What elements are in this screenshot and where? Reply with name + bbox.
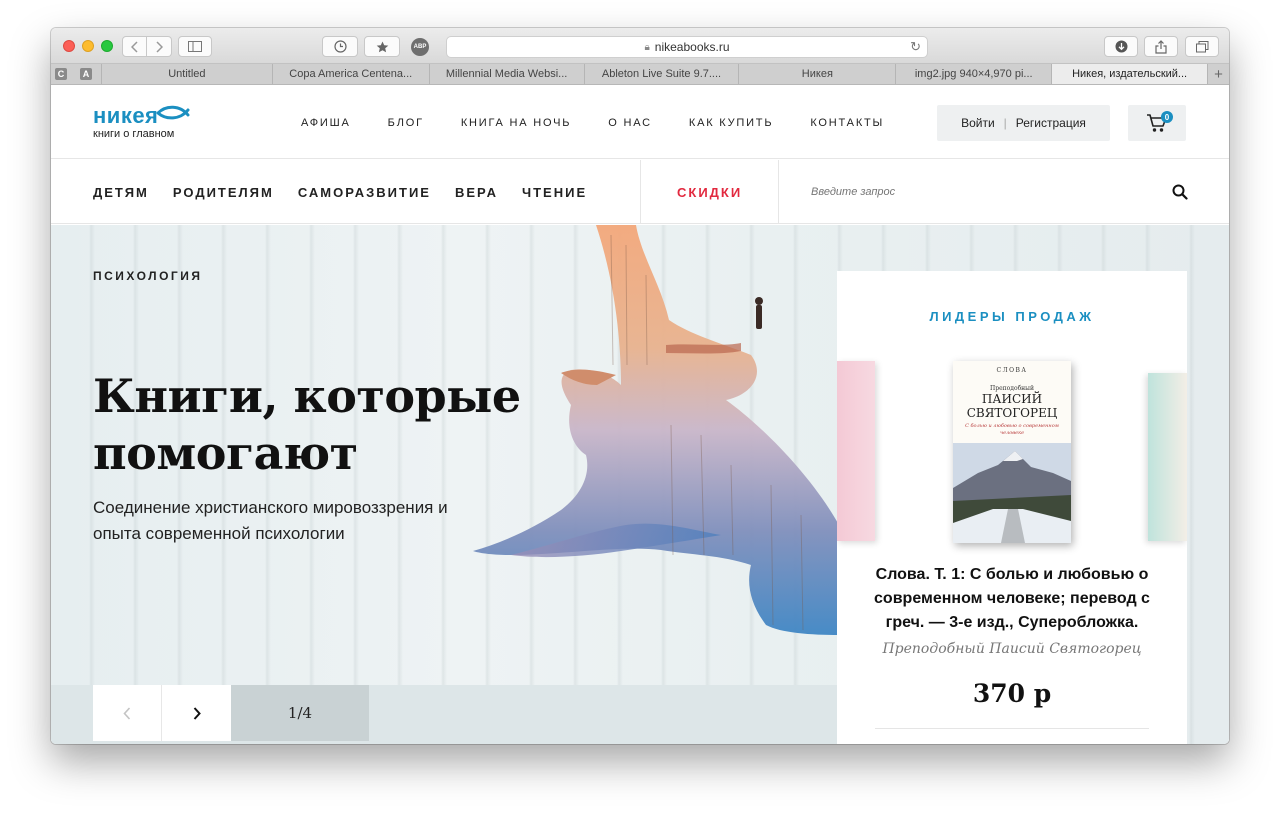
back-button[interactable] xyxy=(122,36,147,57)
minimize-window-button[interactable] xyxy=(82,40,94,52)
browser-tab[interactable]: img2.jpg 940×4,970 pi... xyxy=(895,64,1051,84)
search-icon[interactable] xyxy=(1172,184,1188,200)
book-title[interactable]: Слова. Т. 1: С болью и любовью о совреме… xyxy=(867,563,1157,635)
divider xyxy=(875,728,1149,729)
pinned-tab[interactable]: A xyxy=(71,64,101,84)
book-author: Преподобный Паисий Святогорец xyxy=(882,641,1142,657)
history-button[interactable] xyxy=(322,36,358,57)
logo[interactable]: никея книги о главном xyxy=(93,105,190,140)
book-cover[interactable]: СЛОВА Преподобный ПАИСИЙ СВЯТОГОРЕЦ С бо… xyxy=(953,361,1071,543)
adblock-button[interactable]: ABP xyxy=(406,36,434,57)
new-tab-button[interactable]: + xyxy=(1207,64,1229,84)
category-self-development[interactable]: САМОРАЗВИТИЕ xyxy=(298,185,431,200)
divider xyxy=(778,160,779,224)
browser-tab[interactable]: Никея xyxy=(738,64,895,84)
bestsellers-card: ЛИДЕРЫ ПРОДАЖ СЛОВА Преподобный ПАИСИЙ С… xyxy=(837,271,1187,744)
book-price: 370 р xyxy=(972,679,1052,708)
register-link[interactable]: Регистрация xyxy=(1016,116,1086,130)
search-input[interactable] xyxy=(811,181,1151,203)
hero-category: ПСИХОЛОГИЯ xyxy=(93,269,203,283)
tabs-icon xyxy=(1195,40,1208,52)
downloads-button[interactable] xyxy=(1104,36,1138,57)
slider-counter: 1/4 xyxy=(231,685,369,741)
sale-link[interactable]: СКИДКИ xyxy=(677,185,742,200)
history-nav xyxy=(122,36,172,57)
hero-subtitle: Соединение христианского мировоззрения и… xyxy=(93,498,448,543)
category-nav: ДЕТЯМ РОДИТЕЛЯМ САМОРАЗВИТИЕ ВЕРА ЧТЕНИЕ xyxy=(93,185,611,200)
chevron-right-icon xyxy=(193,706,201,720)
url-text: nikeabooks.ru xyxy=(654,40,730,54)
fish-icon xyxy=(156,105,190,120)
browser-tab[interactable]: Untitled xyxy=(100,64,272,84)
adblock-icon: ABP xyxy=(411,37,429,56)
zoom-window-button[interactable] xyxy=(101,40,113,52)
browser-tab[interactable]: Ableton Live Suite 9.7.... xyxy=(583,64,739,84)
category-kids[interactable]: ДЕТЯМ xyxy=(93,185,149,200)
clock-icon xyxy=(333,40,347,53)
reload-icon[interactable]: ↻ xyxy=(910,39,921,55)
forward-button[interactable] xyxy=(147,36,172,57)
browser-tab-active[interactable]: Никея, издательский... xyxy=(1051,64,1208,84)
tab-strip: C A Untitled Copa America Centena... Mil… xyxy=(51,64,1229,85)
pinned-tab[interactable]: C xyxy=(51,64,71,84)
auth-box: Войти | Регистрация xyxy=(937,105,1110,141)
chevron-left-icon xyxy=(130,40,138,53)
nav-link-how-to-buy[interactable]: КАК КУПИТЬ xyxy=(689,117,773,129)
auth-divider: | xyxy=(1003,116,1007,130)
top-nav: АФИША БЛОГ КНИГА НА НОЧЬ О НАС КАК КУПИТ… xyxy=(301,117,921,129)
share-button[interactable] xyxy=(1144,36,1178,57)
nav-link-afisha[interactable]: АФИША xyxy=(301,117,351,129)
nav-link-contacts[interactable]: КОНТАКТЫ xyxy=(810,117,884,129)
hero-banner: ПСИХОЛОГИЯ Книги, которые помогают Соеди… xyxy=(51,225,1229,744)
site-header: никея книги о главном АФИША БЛОГ КНИГА Н… xyxy=(51,86,1229,159)
browser-window: ABP 🔒︎ nikeabooks.ru ↻ C A Untitled Copa… xyxy=(51,28,1229,744)
download-icon xyxy=(1115,40,1127,53)
address-bar[interactable]: 🔒︎ nikeabooks.ru ↻ xyxy=(446,36,928,58)
browser-toolbar: ABP 🔒︎ nikeabooks.ru ↻ xyxy=(51,28,1229,64)
divider xyxy=(640,160,641,224)
slider-prev-button[interactable] xyxy=(93,685,162,741)
hero-title: Книги, которые помогают xyxy=(93,369,521,480)
nav-link-about[interactable]: О НАС xyxy=(608,117,652,129)
category-faith[interactable]: ВЕРА xyxy=(455,185,498,200)
category-parents[interactable]: РОДИТЕЛЯМ xyxy=(173,185,274,200)
chevron-left-icon xyxy=(123,706,131,720)
category-bar: ДЕТЯМ РОДИТЕЛЯМ САМОРАЗВИТИЕ ВЕРА ЧТЕНИЕ… xyxy=(51,160,1229,224)
book-cover-next[interactable] xyxy=(1148,373,1187,541)
cover-name: ПАИСИЙ СВЯТОГОРЕЦ xyxy=(966,392,1058,420)
lock-icon: 🔒︎ xyxy=(644,41,650,53)
sidebar-icon xyxy=(188,41,202,52)
cover-description: С болью и любовью о современном человеке xyxy=(965,423,1059,436)
cart-button[interactable]: 0 xyxy=(1128,105,1186,141)
nav-link-book-night[interactable]: КНИГА НА НОЧЬ xyxy=(461,117,571,129)
logo-subtitle: книги о главном xyxy=(93,128,175,140)
cover-prefix: Преподобный xyxy=(990,385,1034,392)
browser-tab[interactable]: Millennial Media Websi... xyxy=(428,64,584,84)
book-cover-previous[interactable] xyxy=(837,361,875,541)
cover-landscape-image xyxy=(953,443,1071,543)
tabs-overview-button[interactable] xyxy=(1185,36,1219,57)
slider-next-button[interactable] xyxy=(162,685,231,741)
bookmarks-button[interactable] xyxy=(364,36,400,57)
chevron-right-icon xyxy=(156,40,163,53)
share-icon xyxy=(1155,39,1167,54)
close-window-button[interactable] xyxy=(63,40,75,52)
category-reading[interactable]: ЧТЕНИЕ xyxy=(522,185,587,200)
login-link[interactable]: Войти xyxy=(961,116,995,130)
browser-tab[interactable]: Copa America Centena... xyxy=(271,64,429,84)
cover-publisher: СЛОВА xyxy=(996,367,1028,374)
bestsellers-heading: ЛИДЕРЫ ПРОДАЖ xyxy=(929,309,1095,324)
sidebar-button[interactable] xyxy=(178,36,212,57)
nav-link-blog[interactable]: БЛОГ xyxy=(388,117,424,129)
logo-text: никея xyxy=(93,103,159,128)
cart-count-badge: 0 xyxy=(1161,111,1173,123)
website: никея книги о главном АФИША БЛОГ КНИГА Н… xyxy=(51,86,1229,744)
star-icon xyxy=(376,41,388,52)
